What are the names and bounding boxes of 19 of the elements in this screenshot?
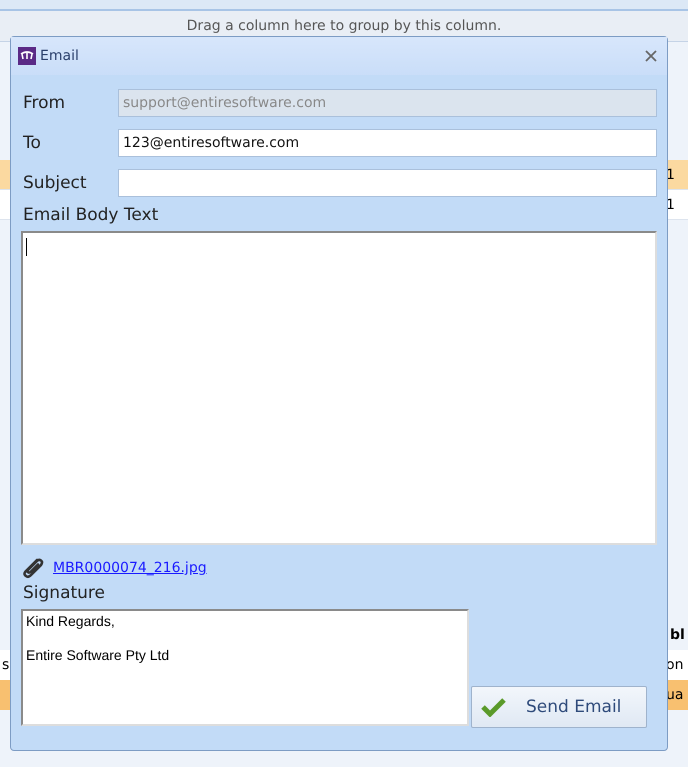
body-text-area[interactable] [21, 231, 657, 545]
table-cell-text: s [1, 657, 10, 673]
app-logo-icon [18, 47, 36, 65]
field-label: Subject [23, 173, 88, 193]
send-email-button[interactable]: Send Email [471, 686, 647, 728]
window-title: Email [40, 48, 79, 64]
field-label: From [23, 93, 66, 113]
input-field[interactable]: 123@entiresoftware.com [118, 129, 657, 157]
checkmark-icon [480, 697, 506, 717]
section-label: Signature [23, 583, 106, 603]
section-label: Email Body Text [23, 205, 160, 225]
input-field[interactable] [118, 169, 657, 197]
paperclip-icon [21, 557, 45, 579]
column-header: bl [670, 627, 686, 643]
field-label: To [23, 133, 42, 153]
attachment-link[interactable]: MBR0000074_216.jpg [53, 560, 207, 576]
close-icon[interactable] [645, 50, 657, 62]
group-hint: Drag a column here to group by this column. [186, 18, 502, 34]
signature-text-area[interactable]: Kind Regards, Entire Software Pty Ltd [21, 609, 469, 726]
